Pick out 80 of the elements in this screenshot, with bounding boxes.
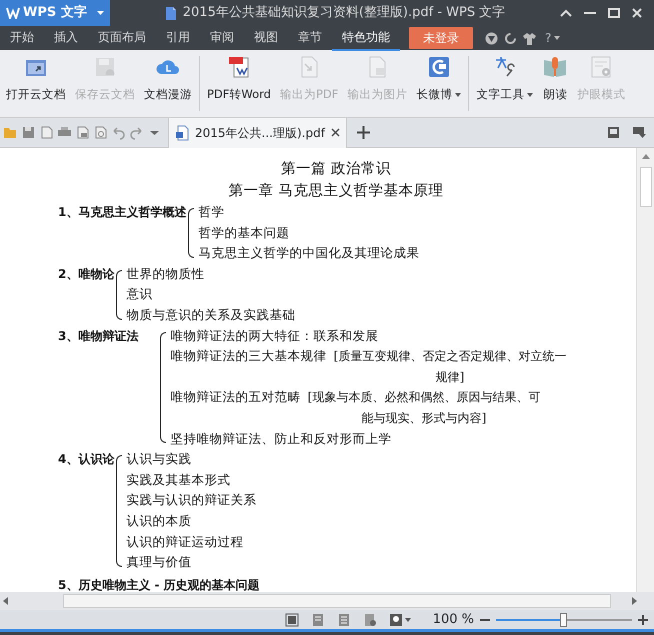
menu-tab[interactable]: 视图 (244, 26, 288, 50)
menu-tab[interactable]: 插入 (44, 26, 88, 50)
item-detail: [质量互变规律、否定之否定规律、对立统一规律] (332, 348, 568, 386)
outline-item: 唯物辩证法的两大特征：联系和发展 (170, 326, 380, 345)
tab-menu-icon[interactable] (633, 127, 646, 138)
item-detail: [现象与本质、必然和偶然、原因与结果、可能与现实、形式与内容] (306, 389, 542, 427)
document-tab[interactable]: 2015年公共...理版).pdf (168, 118, 347, 148)
outline-item: 世界的物质性 (126, 264, 206, 283)
zoom-in-icon[interactable] (638, 614, 648, 624)
outline-item: 认识与实践 (126, 450, 192, 468)
scroll-up-icon[interactable] (642, 154, 650, 159)
help-button[interactable]: ? (542, 29, 564, 47)
zoom-percentage: 100 % (432, 610, 474, 629)
fullscreen-icon[interactable] (284, 612, 299, 626)
caret-icon (455, 92, 462, 97)
scroll-right-icon[interactable] (632, 597, 637, 605)
preview-icon[interactable] (93, 125, 108, 140)
word-document-icon (175, 124, 189, 140)
app-menu-button[interactable]: WPS 文字 (0, 0, 110, 26)
ribbon-button[interactable]: 长微博 (413, 50, 464, 117)
outline-item: 马克思主义哲学的中国化及其理论成果 (198, 244, 420, 262)
outline-item: 真理与价值 (126, 553, 192, 572)
section-label: 1、马克思主义哲学概述 (58, 204, 186, 221)
outline-item: 物质与意识的关系及实践基础 (126, 306, 296, 324)
scrollbar-thumb[interactable] (640, 167, 652, 207)
microphone-book-icon (542, 54, 568, 80)
document-icon (164, 6, 177, 20)
ribbon-button[interactable]: PDF转Word (204, 50, 274, 117)
section-label: 5、历史唯物主义 - 历史观的基本问题 (58, 576, 261, 592)
vertical-scrollbar[interactable] (636, 148, 654, 592)
scrollbar-thumb[interactable] (63, 594, 611, 608)
caret-icon (97, 11, 104, 15)
outline-item: 认识的辩证运动过程 (126, 532, 244, 550)
plus-icon[interactable] (356, 126, 370, 139)
minimize-icon[interactable] (584, 9, 596, 17)
save-icon[interactable] (21, 125, 36, 140)
outline-item: 坚持唯物辩证法、防止和反对形而上学 (170, 430, 392, 448)
outline-item: 唯物辩证法的三大基本规律 (170, 347, 326, 366)
outline-item: 哲学的基本问题 (198, 224, 290, 242)
menu-tab[interactable]: 章节 (288, 26, 332, 50)
section-label: 2、唯物论 (58, 266, 114, 283)
outline-item: 认识的本质 (126, 512, 192, 530)
menu-tab[interactable]: 开始 (0, 26, 44, 50)
outline-item: 哲学 (198, 203, 226, 221)
ribbon-button[interactable]: 文字工具 (473, 50, 536, 117)
page-view-icon[interactable] (310, 612, 325, 626)
window-title: 2015年公共基础知识复习资料(整理版).pdf - WPS 文字 (182, 4, 506, 22)
caret-icon (554, 36, 560, 40)
outline-item: 唯物辩证法的五对范畴 (170, 388, 300, 406)
section-label: 3、唯物辩证法 (58, 328, 138, 345)
maximize-icon[interactable] (608, 8, 620, 18)
reading-mode-icon[interactable] (388, 612, 403, 626)
close-icon[interactable] (330, 128, 340, 137)
w-logo-icon (6, 7, 20, 19)
horizontal-scrollbar[interactable] (0, 592, 654, 610)
menu-tab[interactable]: 审阅 (200, 26, 244, 50)
section-label: 4、认识论 (58, 451, 114, 468)
web-view-icon[interactable] (362, 612, 377, 626)
print-preview-icon[interactable] (75, 125, 90, 140)
ribbon-button[interactable]: 朗读 (539, 50, 572, 117)
brace-line (188, 208, 194, 258)
restore-icon[interactable] (608, 127, 619, 138)
heading: 第一章 马克思主义哲学基本原理 (228, 182, 444, 201)
brace-line (116, 270, 122, 320)
outline-item: 实践及其基本形式 (126, 470, 232, 489)
ribbon-button[interactable]: 打开云文档 (3, 50, 69, 117)
outline-item: 意识 (126, 285, 154, 304)
menu-tab[interactable]: 页面布局 (88, 26, 156, 50)
zoom-slider-thumb[interactable] (560, 612, 567, 626)
menu-tab[interactable]: 引用 (156, 26, 200, 50)
heading: 第一篇 政治常识 (280, 160, 392, 179)
outline-view-icon[interactable] (336, 612, 351, 626)
caret-icon (527, 92, 534, 97)
outline-item: 实践与认识的辩证关系 (126, 491, 256, 510)
chevron-up-icon[interactable] (560, 9, 572, 17)
scroll-left-icon[interactable] (3, 597, 8, 605)
shirt-icon[interactable] (523, 32, 536, 44)
refresh-icon[interactable] (504, 32, 517, 44)
ribbon-button[interactable]: 文档漫游 (141, 50, 195, 117)
caret-icon[interactable] (404, 618, 411, 622)
